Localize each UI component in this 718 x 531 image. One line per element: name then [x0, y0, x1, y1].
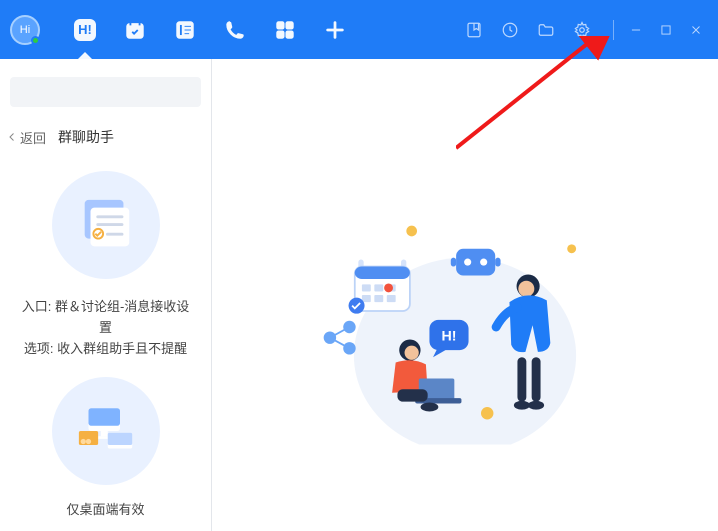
close-button[interactable]	[688, 22, 704, 38]
document-stack-icon	[75, 194, 137, 256]
entry-line1: 入口: 群＆讨论组-消息接收设置	[16, 297, 195, 339]
apps-icon	[274, 19, 296, 41]
empty-state-illustration: H!	[305, 195, 625, 444]
search-box[interactable]	[10, 77, 201, 107]
folder-button[interactable]	[537, 21, 555, 39]
avatar[interactable]: Hi	[10, 15, 40, 45]
titlebar: Hi H!	[0, 0, 718, 59]
settings-button[interactable]	[573, 21, 591, 39]
nav-apps[interactable]	[274, 19, 296, 41]
section-desktop-caption: 仅桌面端有效	[66, 499, 144, 518]
status-dot	[31, 36, 40, 45]
phone-icon	[224, 19, 246, 41]
bookmark-icon	[465, 21, 483, 39]
minimize-icon	[629, 23, 643, 37]
svg-text:H!: H!	[441, 328, 456, 344]
nav-add[interactable]	[324, 19, 346, 41]
history-icon	[501, 21, 519, 39]
chevron-left-icon	[6, 131, 18, 143]
maximize-button[interactable]	[658, 22, 674, 38]
nav-calendar[interactable]	[124, 19, 146, 41]
right-icons	[465, 20, 618, 40]
nav-icons: H!	[74, 19, 346, 41]
window-controls	[628, 22, 704, 38]
devices-icon	[71, 396, 141, 466]
bookmark-button[interactable]	[465, 21, 483, 39]
avatar-label: Hi	[20, 24, 30, 36]
sidebar: 返回 群聊助手 入口: 群＆讨论组-	[0, 59, 212, 531]
main-area: H!	[212, 59, 718, 531]
history-button[interactable]	[501, 21, 519, 39]
nav-feed[interactable]	[174, 19, 196, 41]
back-label: 返回	[20, 128, 46, 147]
search-input[interactable]	[24, 85, 200, 100]
folder-icon	[537, 21, 555, 39]
page-title: 群聊助手	[58, 127, 114, 147]
desktop-illustration	[52, 377, 160, 485]
minimize-button[interactable]	[628, 22, 644, 38]
section-entry: 入口: 群＆讨论组-消息接收设置 选项: 收入群组助手且不提醒	[0, 153, 211, 359]
divider	[613, 20, 614, 40]
close-icon	[689, 23, 703, 37]
breadcrumb: 返回 群聊助手	[6, 127, 199, 147]
calendar-icon	[124, 19, 146, 41]
nav-chat-tab[interactable]: H!	[74, 19, 96, 41]
section-desktop: 仅桌面端有效	[0, 359, 211, 518]
nav-phone[interactable]	[224, 19, 246, 41]
gear-icon	[573, 21, 591, 39]
feed-icon	[174, 19, 196, 41]
entry-illustration	[52, 171, 160, 279]
maximize-icon	[659, 23, 673, 37]
chat-badge-icon: H!	[74, 19, 96, 41]
section-entry-caption: 入口: 群＆讨论组-消息接收设置 选项: 收入群组助手且不提醒	[16, 297, 195, 359]
back-button[interactable]: 返回	[6, 128, 46, 147]
entry-line2: 选项: 收入群组助手且不提醒	[16, 339, 195, 360]
plus-icon	[324, 19, 346, 41]
